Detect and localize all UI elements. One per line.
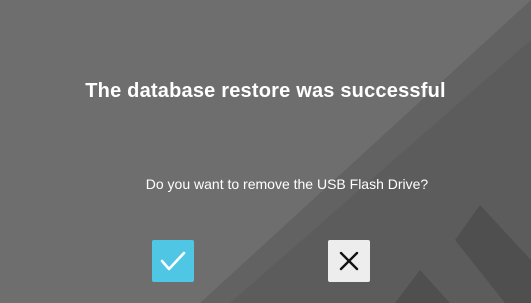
- confirm-button[interactable]: [152, 240, 194, 282]
- usb-remove-dialog: The database restore was successful Do y…: [0, 0, 531, 303]
- dialog-question: Do you want to remove the USB Flash Driv…: [145, 176, 429, 192]
- close-icon: [339, 251, 359, 271]
- dialog-title: The database restore was successful: [85, 80, 446, 102]
- cancel-button[interactable]: [328, 240, 370, 282]
- background-diagonal-decoration: [200, 0, 531, 303]
- check-icon: [160, 251, 186, 271]
